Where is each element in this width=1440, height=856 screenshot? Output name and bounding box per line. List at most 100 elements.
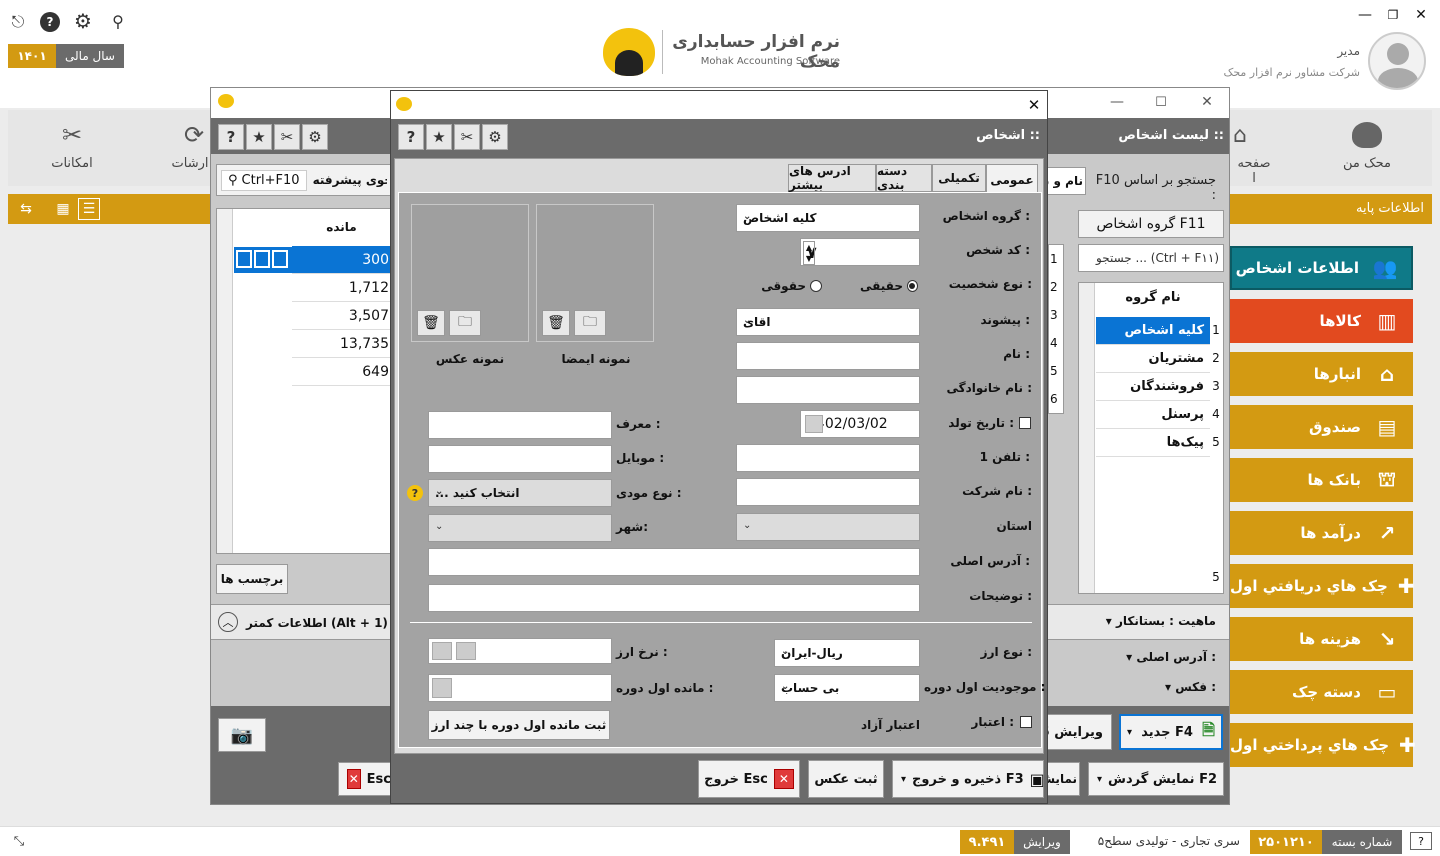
features-icon[interactable]: ✂ [56,120,88,150]
sidebar-item-banks[interactable]: بانک ها ⛫ [1230,458,1413,502]
tools-icon[interactable]: ✂ [454,124,480,150]
settings-icon[interactable]: ⚙ [482,124,508,150]
mobile-input[interactable] [428,445,612,473]
rate-calc-button[interactable] [456,642,476,660]
nav-features[interactable]: امکانات [40,156,104,171]
toggle-sidebar-icon[interactable]: ⇆ [14,198,38,220]
logout-icon[interactable]: ⎋ [8,12,28,32]
grid-view-icon[interactable]: ▦ [52,198,74,220]
tab-extra[interactable]: تکمیلی [932,164,986,192]
sidebar-item-expenses[interactable]: هزینه ها ↘ [1230,617,1413,661]
multi-currency-opening-button[interactable]: ثبت مانده اول دوره با چند ارز [428,710,610,740]
sidebar-item-chequebook[interactable]: دسته چک ▭ [1230,670,1413,714]
advanced-search-button[interactable]: ⚲ Ctrl+F10 جوی پیشرفته [216,164,392,196]
turnover-button[interactable]: ▾ نمایش گردش F2 [1088,762,1224,796]
tab-general[interactable]: عمومی [986,164,1038,194]
show-button[interactable]: نمایش [1046,762,1080,796]
help-icon[interactable]: ? [40,12,60,32]
tools-icon[interactable]: ✂ [274,124,300,150]
sidebar-item-cheques-paid[interactable]: ✚ چک هاي پرداختي اول [1230,723,1416,767]
rate-button[interactable] [432,642,452,660]
group-row-selected[interactable]: کلیه اشخاص [1096,317,1210,345]
camera-button[interactable]: 📷 [218,718,266,752]
exit-button[interactable]: خروج Esc ✕ [698,760,800,798]
dialog-close-icon[interactable]: ✕ [1024,95,1044,115]
group-search-input[interactable]: جستجو ... (Ctrl + F۱۱) [1078,244,1224,272]
save-exit-button[interactable]: ▾ ذخیره و خروج F3 ▣ [892,760,1045,798]
balance-cell-selected[interactable]: 300 [292,246,391,274]
minimize-app-icon[interactable]: — [1356,6,1374,24]
credit-checkbox[interactable] [1020,716,1032,728]
tab-more-addresses[interactable]: ادرس های بیشتر [788,164,876,192]
prefix-select[interactable]: اقای ⌄ [736,308,920,336]
sidebar-item-people[interactable]: اطلاعات اشخاص 👥 [1230,246,1413,290]
code-stepper[interactable]: ۷ ▲ ▼ [800,238,920,266]
group-select[interactable]: کلیه اشخاص ⌄ [736,204,920,232]
list-close-icon[interactable]: ✕ [1196,92,1218,112]
opening-balance-input[interactable]: 0 [428,674,612,702]
help-icon[interactable]: ? [218,124,244,150]
sidebar-item-income[interactable]: درآمد ها ↗ [1230,511,1413,555]
edit-button[interactable]: ویرایش 5 [1046,714,1112,750]
nav-home[interactable]: صفحه ا [1236,156,1272,186]
close-app-icon[interactable]: ✕ [1412,6,1430,24]
modi-type-select[interactable]: انتخاب کنید ... ⌄ [428,479,612,507]
search-by-field[interactable]: نام و نا [1046,167,1086,195]
settings-icon[interactable]: ⚙ [72,9,94,33]
list-maximize-icon[interactable]: ☐ [1150,92,1172,112]
opening-status-select[interactable]: بی حساب ⌄ [774,674,920,702]
group-row[interactable]: پرسنل [1096,401,1210,429]
less-info-label[interactable]: اطلاعات کمتر (Alt + 1) [246,616,388,630]
type-real-radio[interactable]: حقیقی [860,279,918,293]
calc-button[interactable] [432,678,452,698]
group-row[interactable]: فروشندگان [1096,373,1210,401]
save-photo-button[interactable]: ثبت عکس [808,760,884,798]
calendar-icon[interactable] [805,415,823,433]
restore-app-icon[interactable]: ❐ [1384,6,1402,24]
esc-button[interactable]: ✕ Esc [338,762,392,796]
sidebar-item-cashbox[interactable]: صندوق ▤ [1230,405,1413,449]
search-icon[interactable]: ⚲ [108,11,128,31]
group-scrollbar[interactable] [1079,283,1095,593]
balance-cell[interactable]: 13,735 [292,330,391,358]
favorite-icon[interactable]: ★ [426,124,452,150]
company-input[interactable] [736,478,920,506]
signature-delete-button[interactable]: 🗑 [542,310,570,336]
stepper-arrows-icon[interactable]: ▲ ▼ [803,241,815,265]
nav-mohak-me[interactable]: محک من [1330,156,1404,171]
rate-input[interactable]: ۱ [428,638,612,664]
info-icon[interactable]: ? [407,485,423,501]
help-icon[interactable]: ? [398,124,424,150]
sidebar-item-warehouses[interactable]: انبارها ⌂ [1230,352,1413,396]
home-icon[interactable]: ⌂ [1228,120,1252,150]
balance-cell[interactable]: 3,507 [292,302,391,330]
group-people-button[interactable]: گروه اشخاص F11 [1078,210,1224,238]
province-select[interactable]: ⌄ [736,513,920,541]
tags-button[interactable]: برچسب ها [216,564,288,594]
main-address-input[interactable] [428,548,920,576]
fiscal-year-box[interactable]: ۱۴۰۱ سال مالی [8,44,124,68]
group-row[interactable]: پیک‌ها [1096,429,1210,457]
currency-select[interactable]: ریال-ایران ⌄ [774,639,920,667]
city-select[interactable]: ⌄ [428,514,612,542]
phone-input[interactable] [736,444,920,472]
new-button[interactable]: ▾ جدید F4 🗎 [1119,714,1223,750]
settings-icon[interactable]: ⚙ [302,124,328,150]
referrer-input[interactable] [428,411,612,439]
sidebar-item-cheques-received[interactable]: ✚ چک هاي دريافتي اول [1230,564,1415,608]
tab-categories[interactable]: دسته بندی [876,164,932,192]
balance-cell[interactable]: 1,712 [292,274,391,302]
birth-date-input[interactable]: 1402/03/02 [800,410,920,438]
name-input[interactable] [736,342,920,370]
birth-checkbox[interactable] [1019,417,1031,429]
balance-cell[interactable]: 649 [292,358,391,386]
list-view-icon[interactable]: ☰ [78,198,100,220]
type-legal-radio[interactable]: حقوقی [760,279,822,293]
signature-open-button[interactable]: 🗀 [574,310,606,336]
collapse-icon[interactable]: ︿ [218,612,238,632]
favorite-icon[interactable]: ★ [246,124,272,150]
grid-selected-cells[interactable] [234,247,292,273]
photo-delete-button[interactable]: 🗑 [417,310,445,336]
nav-reports[interactable]: ارشات [170,156,210,171]
resize-icon[interactable]: ⤡ [8,832,30,850]
